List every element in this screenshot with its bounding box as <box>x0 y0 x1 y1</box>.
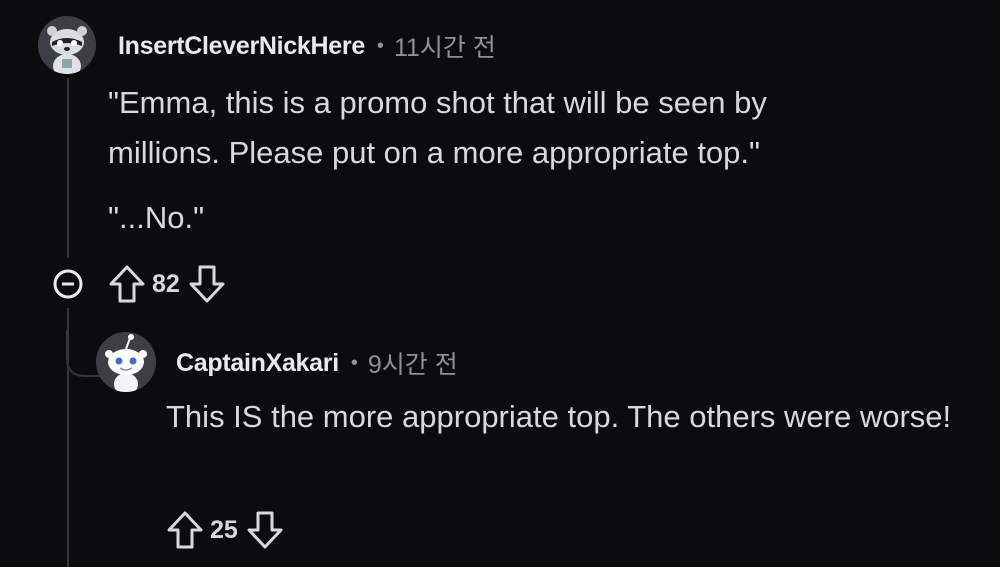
arrow-up-outline-icon <box>167 511 203 549</box>
raccoon-snoo-avatar-icon <box>38 16 96 74</box>
score: 25 <box>210 515 238 544</box>
vote-bar: 82 <box>108 264 226 304</box>
comment-paragraph: "...No." <box>108 200 205 235</box>
snoo-avatar-icon <box>96 332 156 392</box>
arrow-down-outline-icon <box>247 511 283 549</box>
avatar[interactable] <box>38 16 96 74</box>
comment-paragraph: This IS the more appropriate top. The ot… <box>166 399 952 434</box>
comment-meta: CaptainXakari • 9시간 전 <box>176 345 458 381</box>
downvote-button[interactable] <box>246 510 284 550</box>
upvote-button[interactable] <box>108 264 146 304</box>
downvote-button[interactable] <box>188 264 226 304</box>
comment-paragraph: "Emma, this is a promo shot that will be… <box>108 85 767 170</box>
timestamp[interactable]: 11시간 전 <box>394 28 496 64</box>
score: 82 <box>152 269 180 298</box>
separator-dot: • <box>376 34 384 57</box>
vote-bar: 25 <box>166 510 284 550</box>
avatar[interactable] <box>96 332 156 392</box>
username[interactable]: InsertCleverNickHere <box>118 32 365 61</box>
collapse-button[interactable] <box>51 267 85 301</box>
arrow-up-outline-icon <box>109 265 145 303</box>
comment-meta: InsertCleverNickHere • 11시간 전 <box>118 28 496 64</box>
minus-circle-icon <box>53 269 83 299</box>
upvote-button[interactable] <box>166 510 204 550</box>
timestamp[interactable]: 9시간 전 <box>368 345 458 381</box>
separator-dot: • <box>350 351 358 374</box>
thread-line-parent-top <box>67 78 69 258</box>
arrow-down-outline-icon <box>189 265 225 303</box>
username[interactable]: CaptainXakari <box>176 349 339 378</box>
